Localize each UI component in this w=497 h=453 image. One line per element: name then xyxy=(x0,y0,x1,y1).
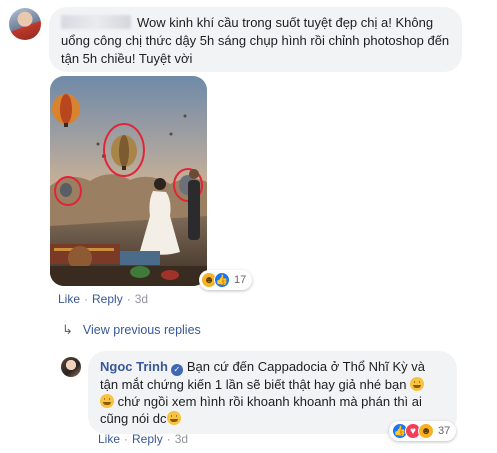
reply-author-name[interactable]: Ngoc Trinh xyxy=(100,359,168,374)
like-link[interactable]: Like xyxy=(58,292,80,306)
haha-icon: ☻ xyxy=(418,423,434,439)
timestamp[interactable]: 3d xyxy=(175,432,188,446)
commenter-avatar[interactable] xyxy=(9,8,41,40)
separator: · xyxy=(124,432,129,446)
reply-text-block: Ngoc Trinh ✓ Bạn cứ đến Cappadocia ở Thổ N… xyxy=(100,358,445,427)
reply-author-avatar[interactable] xyxy=(61,357,81,377)
separator: · xyxy=(166,432,171,446)
comment-photo[interactable] xyxy=(50,76,207,286)
like-link[interactable]: Like xyxy=(98,432,120,446)
timestamp[interactable]: 3d xyxy=(135,292,148,306)
view-previous-replies[interactable]: ↳ View previous replies xyxy=(62,322,201,338)
comment-actions: Like · Reply · 3d xyxy=(58,292,148,306)
laughing-emoji-icon xyxy=(166,410,181,425)
reply-arrow-icon: ↳ xyxy=(62,322,73,337)
reply-reactions[interactable]: 👍 ♥ ☻ 37 xyxy=(389,421,457,441)
reaction-count: 17 xyxy=(234,274,247,286)
blurred-commenter-name xyxy=(61,15,131,29)
view-previous-label[interactable]: View previous replies xyxy=(83,323,201,337)
reply-link[interactable]: Reply xyxy=(92,292,123,306)
separator: · xyxy=(126,292,131,306)
reply-actions: Like · Reply · 3d xyxy=(98,432,188,446)
reply-link[interactable]: Reply xyxy=(132,432,163,446)
comment-bubble: Wow kinh khí cầu trong suốt tuyệt đẹp ch… xyxy=(49,7,462,72)
verified-badge-icon: ✓ xyxy=(170,363,183,376)
grimace-emoji-icon xyxy=(410,376,425,391)
separator: · xyxy=(84,292,89,306)
comment-reactions[interactable]: ☻ 👍 17 xyxy=(199,270,253,290)
reaction-count: 37 xyxy=(438,425,451,437)
like-icon: 👍 xyxy=(214,272,230,288)
hot-air-balloon-photo xyxy=(50,76,207,286)
reply-text-part2: chứ ngồi xem hình rồi khoanh khoanh mà p… xyxy=(100,393,422,426)
grimace-emoji-icon xyxy=(100,393,114,408)
